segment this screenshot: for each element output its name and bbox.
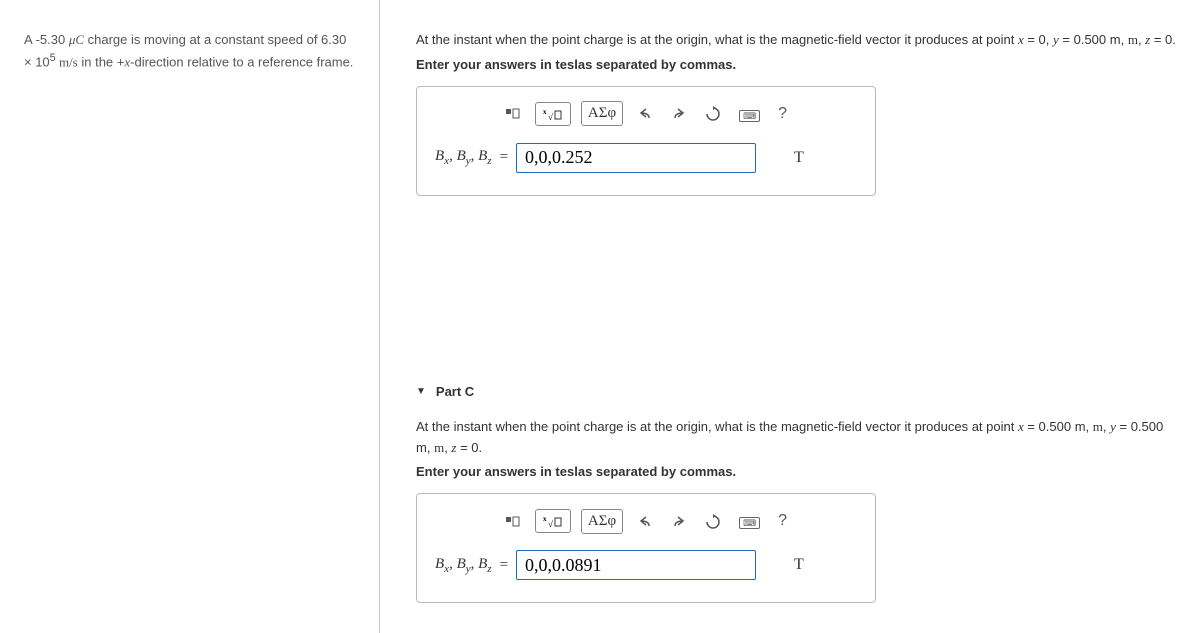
partC-toolbar: x√ ΑΣφ ⌨ ? (435, 508, 857, 534)
partC-answer-box: x√ ΑΣφ ⌨ ? Bx, By, Bz = (416, 493, 876, 603)
text: -direction relative to a reference frame… (130, 54, 353, 69)
math-format-icon[interactable]: x√ (535, 102, 571, 126)
problem-statement: A -5.30 μC charge is moving at a constan… (24, 30, 355, 71)
unit-tesla: T (794, 556, 804, 574)
text: = 0. (1150, 32, 1176, 47)
keyboard-icon[interactable]: ⌨ (735, 509, 764, 533)
equals: = (500, 149, 508, 166)
partC-instruction: Enter your answers in teslas separated b… (416, 464, 1180, 479)
text: At the instant when the point charge is … (416, 32, 1018, 47)
partC-input-row: Bx, By, Bz = T (435, 550, 857, 580)
partB-input-row: Bx, By, Bz = T (435, 143, 857, 173)
math-format-icon[interactable]: x√ (535, 509, 571, 533)
svg-text:x: x (543, 515, 547, 523)
unit-ms: m/s (56, 54, 78, 69)
template-icon[interactable] (501, 509, 525, 534)
partB-answer-input[interactable] (516, 143, 756, 173)
partC-var-label: Bx, By, Bz (435, 556, 492, 575)
partC-title: Part C (436, 384, 474, 399)
keyboard-icon[interactable]: ⌨ (735, 102, 764, 126)
partC-header[interactable]: ▼ Part C (416, 384, 1180, 399)
partB-question: At the instant when the point charge is … (416, 30, 1180, 51)
svg-text:x: x (543, 108, 547, 116)
undo-icon[interactable] (633, 101, 657, 126)
help-icon[interactable]: ? (774, 508, 791, 534)
unit-tesla: T (794, 149, 804, 167)
text: = 0.500 m, (1059, 32, 1128, 47)
redo-icon[interactable] (667, 509, 691, 534)
svg-text:√: √ (548, 112, 553, 122)
text: = 0. (456, 440, 482, 455)
partB-var-label: Bx, By, Bz (435, 148, 492, 167)
text: = 0, (1024, 32, 1053, 47)
main-content: At the instant when the point charge is … (380, 0, 1200, 633)
svg-text:√: √ (548, 519, 553, 529)
template-icon[interactable] (501, 101, 525, 126)
greek-symbols-button[interactable]: ΑΣφ (581, 101, 623, 126)
partB-toolbar: x√ ΑΣφ ⌨ ? (435, 101, 857, 127)
unit-muC: μC (69, 32, 84, 47)
reset-icon[interactable] (701, 509, 725, 534)
undo-icon[interactable] (633, 509, 657, 534)
partC-question: At the instant when the point charge is … (416, 417, 1180, 459)
equals: = (500, 557, 508, 574)
text: At the instant when the point charge is … (416, 419, 1018, 434)
partB-instruction: Enter your answers in teslas separated b… (416, 57, 1180, 72)
reset-icon[interactable] (701, 101, 725, 126)
caret-down-icon: ▼ (416, 386, 426, 397)
partB-answer-box: x√ ΑΣφ ⌨ ? Bx, By, Bz = (416, 86, 876, 196)
sidebar: A -5.30 μC charge is moving at a constan… (0, 0, 380, 633)
partC-answer-input[interactable] (516, 550, 756, 580)
help-icon[interactable]: ? (774, 101, 791, 127)
text: A -5.30 (24, 32, 69, 47)
text: in the + (78, 54, 125, 69)
redo-icon[interactable] (667, 101, 691, 126)
greek-symbols-button[interactable]: ΑΣφ (581, 509, 623, 534)
text: = 0.500 m, (1024, 419, 1093, 434)
